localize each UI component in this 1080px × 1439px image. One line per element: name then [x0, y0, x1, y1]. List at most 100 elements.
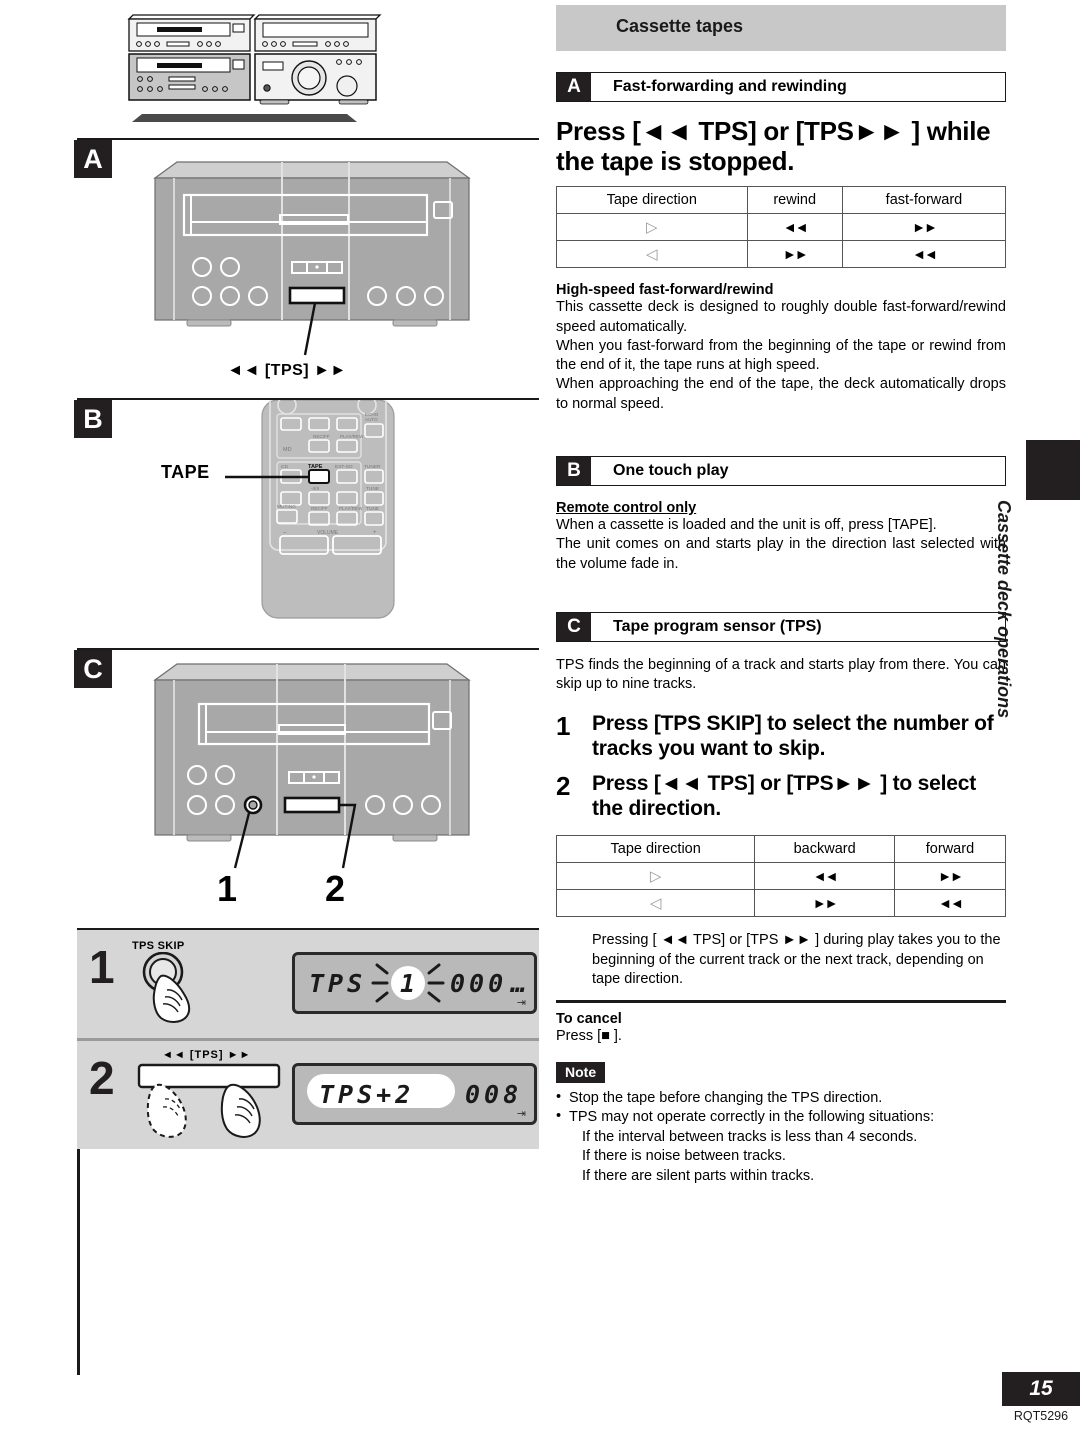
manual-page: A ◄◄ [TPS] ►► B MD REC/FF PLAY/REW AUTO … [0, 0, 1080, 1439]
cell-fastforward: ►► [841, 213, 1007, 242]
figure-panel-a: A ◄◄ [TPS] ►► [74, 140, 539, 400]
section-c-step-1: 1 Press [TPS SKIP] to select the number … [556, 712, 1006, 762]
section-a-tag: A [557, 73, 591, 101]
section-a-paragraph-1: This cassette deck is designed to roughl… [556, 299, 1006, 335]
display-step-1-prefix: TPS [309, 969, 367, 998]
section-a-heading: Press [◄◄ TPS] or [TPS►► ] while the tap… [556, 116, 991, 177]
cassette-deck-illustration-a [153, 161, 471, 356]
cell-rewind: ◄◄ [746, 213, 843, 242]
section-c-intro: TPS finds the beginning of a track and s… [556, 656, 1006, 693]
svg-text:TUNE: TUNE [366, 486, 379, 492]
tps-bar-button-label: ◄◄ [TPS] ►► [162, 1049, 252, 1061]
tape-direction-indicator-2: ⇥ [516, 1108, 526, 1120]
cell-direction: ◁ [555, 889, 756, 918]
display-step-2-text: TPS+2 [319, 1080, 415, 1109]
display-step-1: TPS 1 000 … ⇥ [292, 952, 537, 1014]
panel-c-callout-1: 1 [217, 868, 238, 909]
svg-text:PLAY/REW: PLAY/REW [339, 506, 363, 511]
panel-c-tag: C [74, 650, 112, 688]
svg-text:+: + [373, 530, 377, 536]
svg-text:TUNE: TUNE [366, 506, 379, 512]
section-c-title: Tape program sensor (TPS) [613, 617, 822, 635]
cassette-deck-illustration-c [153, 663, 471, 869]
note-sub-1: If the interval between tracks is less t… [582, 1128, 918, 1145]
svg-text:REC/FF: REC/FF [311, 506, 328, 511]
step-2-text: Press [◄◄ TPS] or [TPS►► ] to select the… [592, 771, 977, 820]
document-code: RQT5296 [1013, 1409, 1069, 1423]
svg-text:MUTING: MUTING [277, 504, 296, 510]
col-header-forward: forward [893, 835, 1007, 864]
svg-text:REC/FF: REC/FF [313, 434, 330, 439]
panel-b-tag: B [74, 400, 112, 438]
remote-control-illustration: MD REC/FF PLAY/REW AUTO ECHO CD TAPE EXT… [225, 400, 395, 619]
cancel-text: Press [■ ]. [556, 1027, 622, 1044]
cell-direction: ▷ [555, 862, 756, 891]
svg-text:ECHO: ECHO [365, 412, 379, 417]
display-step-2-counter: 008 [465, 1080, 523, 1109]
figure-panel-c: C 1 2 [74, 650, 539, 930]
col-header-direction: Tape direction [555, 835, 756, 864]
section-a-title: Fast-forwarding and rewinding [613, 78, 847, 95]
section-a-subhead: High-speed fast-forward/rewind [556, 282, 774, 299]
section-c-direction-table: Tape direction backward forward ▷ ◄◄ ►► … [555, 835, 1007, 918]
table-row: Tape direction backward forward [555, 835, 1007, 864]
thumb-tab-marker [1026, 440, 1080, 500]
section-b-tag: B [557, 457, 591, 485]
hand-pressing-tps-skip [142, 952, 191, 1023]
col-header-backward: backward [754, 835, 895, 864]
section-b-header: B One touch play [556, 456, 1006, 486]
svg-text:VOLUME: VOLUME [317, 530, 339, 536]
panel-c-callout-2: 2 [325, 868, 346, 909]
cell-direction: ◁ [556, 240, 748, 269]
section-a-header: A Fast-forwarding and rewinding [556, 72, 1006, 102]
step-1-number: 1 [89, 941, 115, 993]
svg-text:PLAY/REW: PLAY/REW [340, 434, 364, 439]
cell-direction: ▷ [556, 213, 748, 242]
cell-rewind: ►► [746, 240, 843, 269]
col-header-direction: Tape direction [556, 186, 748, 215]
chapter-title: Cassette tapes [616, 16, 744, 36]
svg-text:CD: CD [281, 464, 288, 470]
svg-text:AUTO: AUTO [365, 417, 378, 422]
cell-fastforward: ◄◄ [841, 240, 1007, 269]
section-c-header: C Tape program sensor (TPS) [556, 611, 1006, 642]
section-c-after-table: Pressing [ ◄◄ TPS] or [TPS ►► ] during p… [592, 932, 1001, 988]
cell-backward: ◄◄ [754, 862, 895, 891]
step-1-num: 1 [556, 711, 571, 742]
svg-text:MD: MD [283, 447, 292, 453]
display-step-1-tail: … [511, 969, 527, 998]
figure-step-1: 1 TPS SKIP TPS 1 000 … ⇥ [77, 930, 539, 1038]
table-row: ▷ ◄◄ ►► [556, 213, 1007, 242]
cell-forward: ◄◄ [893, 889, 1007, 918]
section-b-subhead: Remote control only [556, 500, 697, 516]
note-sub-2: If there is noise between tracks. [582, 1148, 786, 1165]
note-list: Stop the tape before changing the TPS di… [556, 1088, 1006, 1186]
section-c-tag: C [557, 612, 591, 641]
figure-stereo-system [77, 0, 539, 140]
table-row: ▷ ◄◄ ►► [555, 862, 1007, 891]
col-header-fastforward: fast-forward [841, 186, 1007, 215]
left-figure-column: A ◄◄ [TPS] ►► B MD REC/FF PLAY/REW AUTO … [74, 0, 539, 1149]
panel-b-callout-label: TAPE [161, 462, 210, 482]
page-number: 15 [1002, 1372, 1080, 1406]
section-b-paragraph-1: When a cassette is loaded and the unit i… [556, 517, 937, 533]
tps-skip-button-label: TPS SKIP [132, 940, 185, 952]
note-sub-3: If there are silent parts within tracks. [582, 1167, 815, 1184]
cell-backward: ►► [754, 889, 895, 918]
note-badge: Note [556, 1062, 606, 1084]
figure-panel-b: B MD REC/FF PLAY/REW AUTO ECHO CD TAPE E… [74, 400, 539, 650]
section-a-direction-table: Tape direction rewind fast-forward ▷ ◄◄ … [556, 186, 1007, 269]
stereo-system-illustration [127, 14, 382, 122]
cancel-heading: To cancel [556, 1010, 622, 1027]
svg-text:TUNER: TUNER [364, 464, 381, 470]
section-c-step-2: 2 Press [◄◄ TPS] or [TPS►► ] to select t… [556, 771, 1006, 822]
display-step-1-counter: 000 [450, 969, 508, 998]
col-header-rewind: rewind [746, 186, 843, 215]
section-b-paragraph-2: The unit comes on and starts play in the… [556, 536, 1006, 572]
cell-forward: ►► [893, 862, 1007, 891]
svg-text:-/I/II: -/I/II [311, 486, 319, 492]
list-item: TPS may not operate correctly in the fol… [556, 1107, 1006, 1186]
hands-pressing-tps-bar [137, 1063, 281, 1138]
table-row: Tape direction rewind fast-forward [556, 186, 1007, 215]
svg-text:EXT-SO: EXT-SO [335, 464, 353, 470]
